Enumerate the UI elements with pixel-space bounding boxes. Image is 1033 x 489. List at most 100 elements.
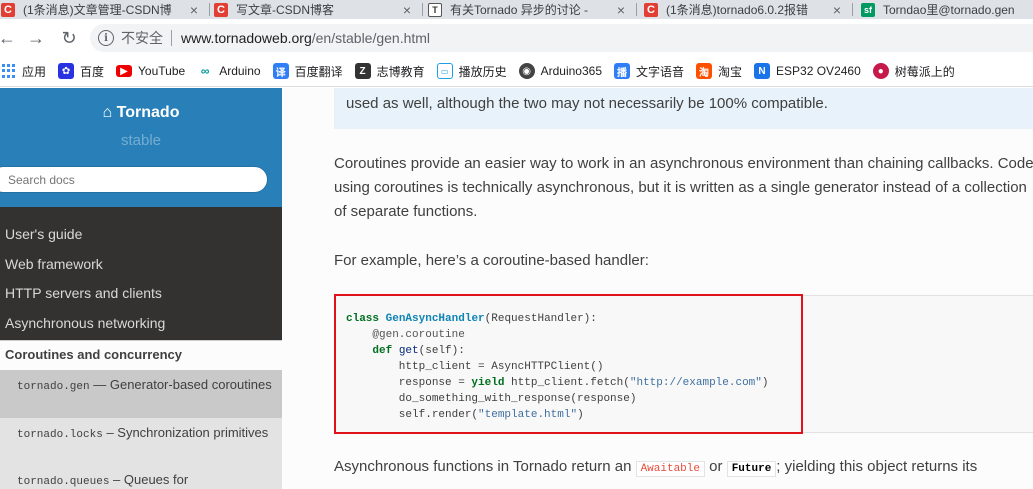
security-label: 不安全 (121, 30, 163, 46)
note-text: used as well, although the two may not n… (346, 95, 828, 112)
tab-tornado-error[interactable]: C (1条消息)tornado6.0.2报错 × (643, 0, 853, 19)
bookmark-label: 文字语音 (636, 64, 685, 79)
tab-title: 写文章-CSDN博客 (236, 3, 334, 17)
tab-csdn-write[interactable]: C 写文章-CSDN博客 × (213, 0, 423, 19)
subitem-code: tornado.gen (17, 381, 90, 393)
sidebar-subitem-tornado-queues[interactable]: tornado.queues – Queues for (0, 465, 282, 489)
bookmark-label: 百度翻译 (294, 64, 343, 79)
subitem-code: tornado.locks (17, 429, 103, 441)
arduino-icon: ∞ (197, 63, 214, 79)
translate-icon: 译 (272, 63, 289, 79)
bookmark-baidu[interactable]: ✿ 百度 (58, 63, 104, 80)
bookmark-arduino365[interactable]: ◉ Arduino365 (518, 63, 602, 79)
bookmarks-bar: 应用 ✿ 百度 ▶ YouTube ∞ Arduino 译 百度翻译 Z 志博教… (0, 56, 1033, 87)
bookmark-history[interactable]: ▭ 播放历史 (436, 63, 507, 80)
bookmark-esp32[interactable]: N ESP32 OV2460 (754, 63, 861, 79)
text-segment: or (705, 458, 727, 475)
sidebar-item-http-servers[interactable]: HTTP servers and clients (5, 285, 162, 301)
apps-grid-icon (2, 64, 16, 78)
bookmark-apps[interactable]: 应用 (2, 63, 46, 80)
brand-label: Tornado (116, 104, 180, 121)
close-icon[interactable]: × (613, 2, 629, 18)
sidebar-subitem-tornado-gen[interactable]: tornado.gen — Generator-based coroutines (0, 370, 282, 418)
sidebar-item-web-framework[interactable]: Web framework (5, 256, 103, 272)
tab-strip: C (1条消息)文章管理-CSDN博 × C 写文章-CSDN博客 × T 有关… (0, 0, 1033, 19)
bookmark-label: 百度 (80, 64, 105, 79)
bookmark-label: 播放历史 (458, 64, 507, 79)
bookmark-youtube[interactable]: ▶ YouTube (116, 64, 185, 78)
subitem-text: — Generator-based coroutines (89, 377, 272, 392)
globe-icon: ◉ (518, 63, 535, 79)
segmentfault-icon: sf (861, 2, 875, 17)
page-viewport: ⌂ Tornado stable User's guide Web framew… (0, 88, 1033, 489)
version-label: stable (120, 132, 162, 149)
raspberry-icon: ● (872, 63, 889, 79)
tab-csdn-article-manage[interactable]: C (1条消息)文章管理-CSDN博 × (0, 0, 210, 19)
baidu-paw-icon: ✿ (58, 63, 75, 79)
tab-tornado-discussion[interactable]: T 有关Tornado 异步的讨论 - × (427, 0, 637, 19)
sidebar-subitem-tornado-locks[interactable]: tornado.locks – Synchronization primitiv… (0, 418, 282, 465)
tv-icon: ▭ (436, 63, 453, 79)
doc-content: used as well, although the two may not n… (282, 88, 1033, 489)
tab-title: Torndao里@tornado.gen (883, 3, 1015, 17)
bookmark-label: 志博教育 (376, 64, 425, 79)
paragraph-example: For example, here’s a coroutine-based ha… (334, 252, 649, 269)
reload-icon[interactable]: ↻ (54, 23, 84, 53)
sidebar-item-label: Coroutines and concurrency (5, 347, 182, 362)
page-icon: T (428, 2, 442, 17)
paragraph-awaitable: Asynchronous functions in Tornado return… (334, 458, 978, 477)
text-segment: ; yielding this object returns its (776, 458, 978, 475)
forward-arrow-icon[interactable]: → (21, 23, 51, 53)
speech-icon: 播 (614, 63, 630, 79)
csdn-icon: C (214, 2, 228, 17)
taobao-icon: 淘 (696, 63, 713, 79)
sidebar-item-async-networking[interactable]: Asynchronous networking (5, 315, 165, 331)
url-path: /en/stable/gen.html (311, 30, 431, 46)
z-logo-icon: Z (354, 63, 371, 79)
tab-title: (1条消息)tornado6.0.2报错 (666, 3, 809, 17)
csdn-icon: C (1, 2, 15, 17)
bookmark-arduino[interactable]: ∞ Arduino (197, 63, 261, 79)
bookmark-raspberry[interactable]: ● 树莓派上的 (872, 63, 955, 80)
close-icon[interactable]: × (186, 2, 202, 18)
nk-icon: N (754, 63, 771, 79)
url-host: www.tornadoweb.org (181, 30, 312, 46)
subitem-text: – Synchronization primitives (102, 425, 269, 440)
code-listing: class GenAsyncHandler(RequestHandler): @… (346, 313, 769, 421)
bookmark-baidu-translate[interactable]: 译 百度翻译 (272, 63, 343, 80)
search-docs-input[interactable] (0, 166, 268, 193)
future-link[interactable]: Future (726, 461, 777, 477)
bookmark-zhibo[interactable]: Z 志博教育 (354, 63, 425, 80)
tab-segmentfault[interactable]: sf Torndao里@tornado.gen (860, 0, 1033, 19)
bookmark-text-to-speech[interactable]: 播 文字语音 (614, 63, 684, 80)
sidebar-item-coroutines[interactable]: Coroutines and concurrency (0, 340, 282, 370)
brand-link[interactable]: ⌂ Tornado (0, 104, 282, 122)
home-icon: ⌂ (102, 104, 113, 121)
paragraph-coroutines: Coroutines provide an easier way to work… (334, 155, 1033, 220)
docs-sidebar: ⌂ Tornado stable User's guide Web framew… (0, 88, 282, 489)
close-icon[interactable]: × (829, 2, 845, 18)
browser-toolbar: ← → ↻ i 不安全 www.tornadoweb.org/en/stable… (0, 19, 1033, 56)
close-icon[interactable]: × (399, 2, 415, 18)
awaitable-link[interactable]: Awaitable (635, 461, 705, 477)
sidebar-item-users-guide[interactable]: User's guide (5, 226, 82, 242)
bookmark-label: 树莓派上的 (894, 64, 955, 79)
bookmark-label: 应用 (22, 64, 47, 79)
note-box: used as well, although the two may not n… (334, 88, 1033, 129)
subitem-code: tornado.queues (17, 476, 110, 488)
back-arrow-icon[interactable]: ← (0, 23, 22, 53)
address-bar[interactable]: i 不安全 www.tornadoweb.org/en/stable/gen.h… (90, 24, 1033, 52)
bookmark-label: Arduino (219, 64, 261, 78)
info-icon[interactable]: i (98, 30, 114, 46)
tab-title: (1条消息)文章管理-CSDN博 (23, 3, 172, 17)
bookmark-taobao[interactable]: 淘 淘宝 (696, 63, 742, 80)
text-segment: Asynchronous functions in Tornado return… (334, 458, 636, 475)
sidebar-header: ⌂ Tornado stable (0, 88, 282, 207)
tab-title: 有关Tornado 异步的讨论 - (450, 3, 589, 17)
bookmark-label: 淘宝 (718, 64, 743, 79)
bookmark-label: Arduino365 (540, 64, 602, 78)
csdn-icon: C (644, 2, 658, 17)
youtube-play-icon: ▶ (116, 65, 133, 77)
bookmark-label: ESP32 OV2460 (776, 64, 861, 78)
bookmark-label: YouTube (138, 64, 186, 78)
